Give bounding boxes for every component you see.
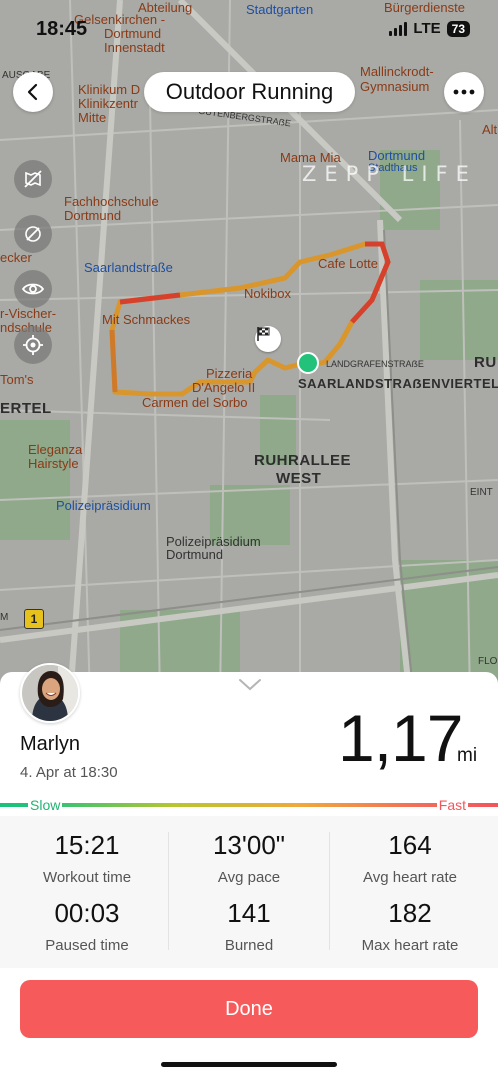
more-icon [453,89,475,95]
map-label: WEST [276,470,322,487]
distance-unit: mi [457,745,478,766]
map-label: Polizeipräsidium [56,498,151,513]
layer-off-button[interactable] [14,215,52,253]
map-label: Dortmund [166,547,224,562]
visibility-button[interactable] [14,270,52,308]
stats-grid: 15:21 Workout time 13'00" Avg pace 164 Avg … [0,816,498,968]
stat-label: Paused time [45,937,129,954]
map-label: Tom's [0,372,34,387]
map-label: Mit Schmackes [102,312,191,327]
stat-value: 182 [388,898,432,928]
map-label: Dortmund [368,148,426,163]
workout-date: 4. Apr at 18:30 [20,764,118,781]
signal-icon [389,21,408,36]
layer-off-icon [25,226,41,242]
back-icon [27,83,38,101]
stat-value: 15:21 [54,830,120,860]
map-label: Stadtgarten [246,2,314,17]
map-label: Dortmund [64,208,122,223]
map-label: Nokibox [244,286,291,301]
map-label: SAARLANDSTRAẞENVIERTEL [298,376,498,391]
stat-workout-time: 15:21 Workout time [4,830,170,886]
speed-fast-label: Fast [436,797,468,813]
route-number-badge: 1 [24,609,44,629]
map-label: Mitte [78,110,107,125]
back-button[interactable] [13,72,53,112]
hide-map-icon [24,170,42,188]
more-button[interactable] [444,72,484,112]
status-bar: 18:45 LTE 73 [0,18,498,44]
speed-scale: Slow Fast [0,797,498,813]
eye-icon [22,283,44,295]
status-time: 18:45 [36,18,88,40]
map-label: Saarlandstraße [84,260,173,275]
map-label: Klinikum D [78,82,141,97]
stat-label: Max heart rate [361,937,459,954]
locate-icon [23,335,43,355]
stat-paused-time: 00:03 Paused time [4,898,170,954]
map-label: Gymnasium [360,79,430,94]
map-label: Cafe Lotte [318,256,378,271]
battery-indicator: 73 [446,20,470,37]
stat-value: 164 [388,830,432,860]
stat-value: 141 [227,898,271,928]
stat-label: Burned [224,937,274,954]
stat-value: 13'00" [212,830,286,860]
map-label: Pizzeria [206,366,253,381]
stat-label: Workout time [42,869,132,886]
map-label: ERTEL [0,400,52,417]
stat-label: Avg heart rate [363,869,457,886]
stat-label: Avg pace [217,869,281,886]
hide-map-button[interactable] [14,160,52,198]
stat-burned: 141 Burned [166,898,332,954]
speed-gradient-bar [0,803,498,807]
map-label: RUHRALLEE [254,452,351,469]
stat-avg-pace: 13'00" Avg pace [166,830,332,886]
map-label: M [0,612,9,623]
home-indicator [161,1062,337,1067]
stat-max-heart-rate: 182 Max heart rate [327,898,493,954]
map-label: Alt [482,122,498,137]
map-label: EINT [470,487,493,498]
network-label: LTE [413,20,441,37]
map-label: FLO [478,656,498,667]
map-label: Fachhochschule [64,194,159,209]
avatar [20,663,80,723]
page-title: Outdoor Running [144,72,355,112]
map-label: Carmen del Sorbo [142,395,248,410]
map-label: LANDGRAFENSTRAẞE [326,359,424,369]
distance-value: 1,17 [338,701,463,775]
map-label: Bürgerdienste [384,0,465,15]
start-point-icon [297,352,319,374]
speed-slow-label: Slow [28,797,63,813]
done-button[interactable]: Done [20,980,478,1038]
stat-avg-heart-rate: 164 Avg heart rate [327,830,493,886]
map-label: D'Angelo II [192,380,256,395]
map-label: Hairstyle [28,456,79,471]
locate-button[interactable] [14,326,52,364]
watermark: ZEPP LIFE [302,162,477,186]
map-label: Mallinckrodt- [360,64,434,79]
map-label: Klinikzentr [78,96,138,111]
user-name: Marlyn [20,733,81,755]
stat-value: 00:03 [54,898,120,928]
map-label: RU [474,354,497,371]
chevron-down-icon[interactable] [238,678,262,692]
finish-flag-icon [255,326,281,352]
map-label: Eleganza [28,442,83,457]
map-label: r-Vischer- [0,306,57,321]
